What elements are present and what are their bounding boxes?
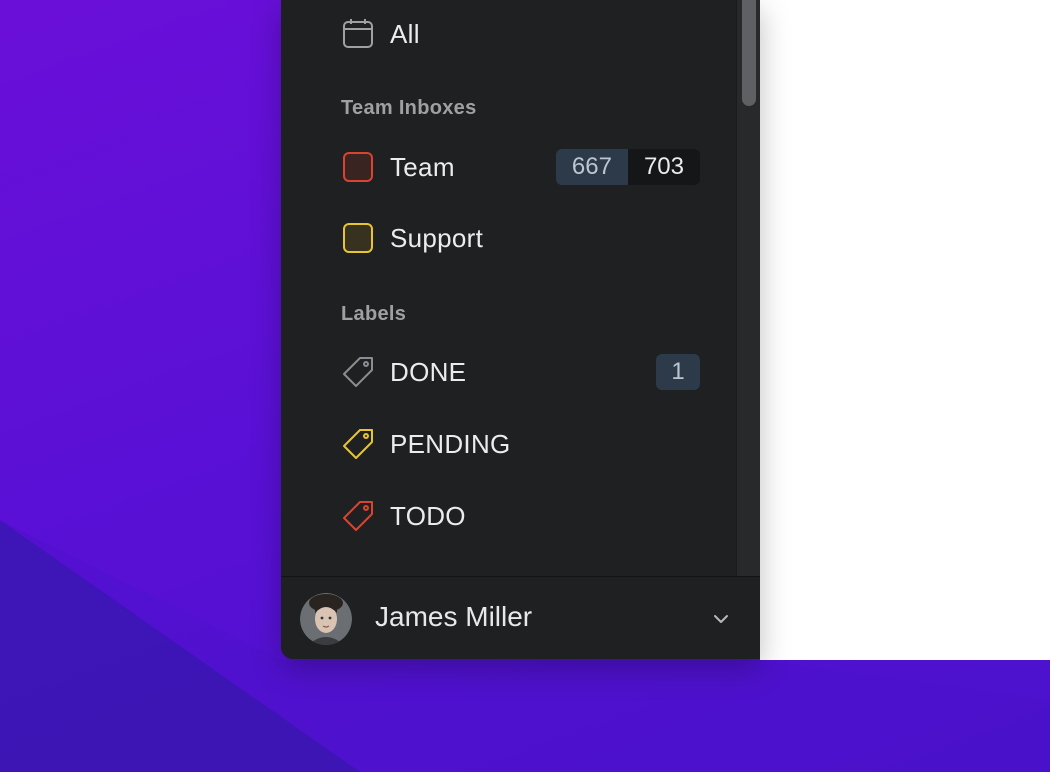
tag-gray-icon (341, 355, 375, 389)
user-menu[interactable]: James Miller (281, 576, 760, 659)
sidebar-item-all[interactable]: All (341, 14, 700, 54)
sidebar-item-label: All (390, 18, 420, 49)
tag-red-icon (341, 499, 375, 533)
sidebar-item-team[interactable]: Team 667 703 (341, 147, 700, 187)
section-title-labels: Labels (341, 303, 407, 325)
chevron-down-icon[interactable] (709, 607, 733, 631)
tag-yellow-icon (341, 427, 375, 461)
unread-count: 667 (555, 149, 628, 185)
section-title-team-inboxes: Team Inboxes (341, 97, 477, 119)
user-name: James Miller (375, 601, 533, 632)
content-pane (760, 0, 1050, 660)
scrollbar-thumb[interactable] (742, 0, 756, 106)
user-avatar[interactable] (300, 593, 352, 645)
sidebar-item-label: TODO (390, 500, 466, 531)
square-red-icon (341, 150, 375, 184)
sidebar-item-label: DONE (390, 356, 467, 387)
sidebar-item-label: PENDING (390, 428, 511, 459)
sidebar-scrollbar[interactable] (736, 0, 760, 576)
team-count-badge: 667 703 (555, 149, 700, 185)
total-count: 703 (627, 149, 700, 185)
square-yellow-icon (341, 221, 375, 255)
done-count-badge: 1 (656, 354, 700, 390)
sidebar-item-done[interactable]: DONE 1 (341, 352, 700, 392)
sidebar-item-support[interactable]: Support (341, 218, 700, 258)
sidebar-item-todo[interactable]: TODO (341, 496, 700, 536)
sidebar-item-label: Support (390, 222, 484, 253)
calendar-icon (341, 17, 375, 51)
sidebar: All Team Inboxes Team 667 703 Support La… (281, 0, 760, 659)
sidebar-item-pending[interactable]: PENDING (341, 424, 700, 464)
sidebar-item-label: Team (390, 151, 455, 182)
